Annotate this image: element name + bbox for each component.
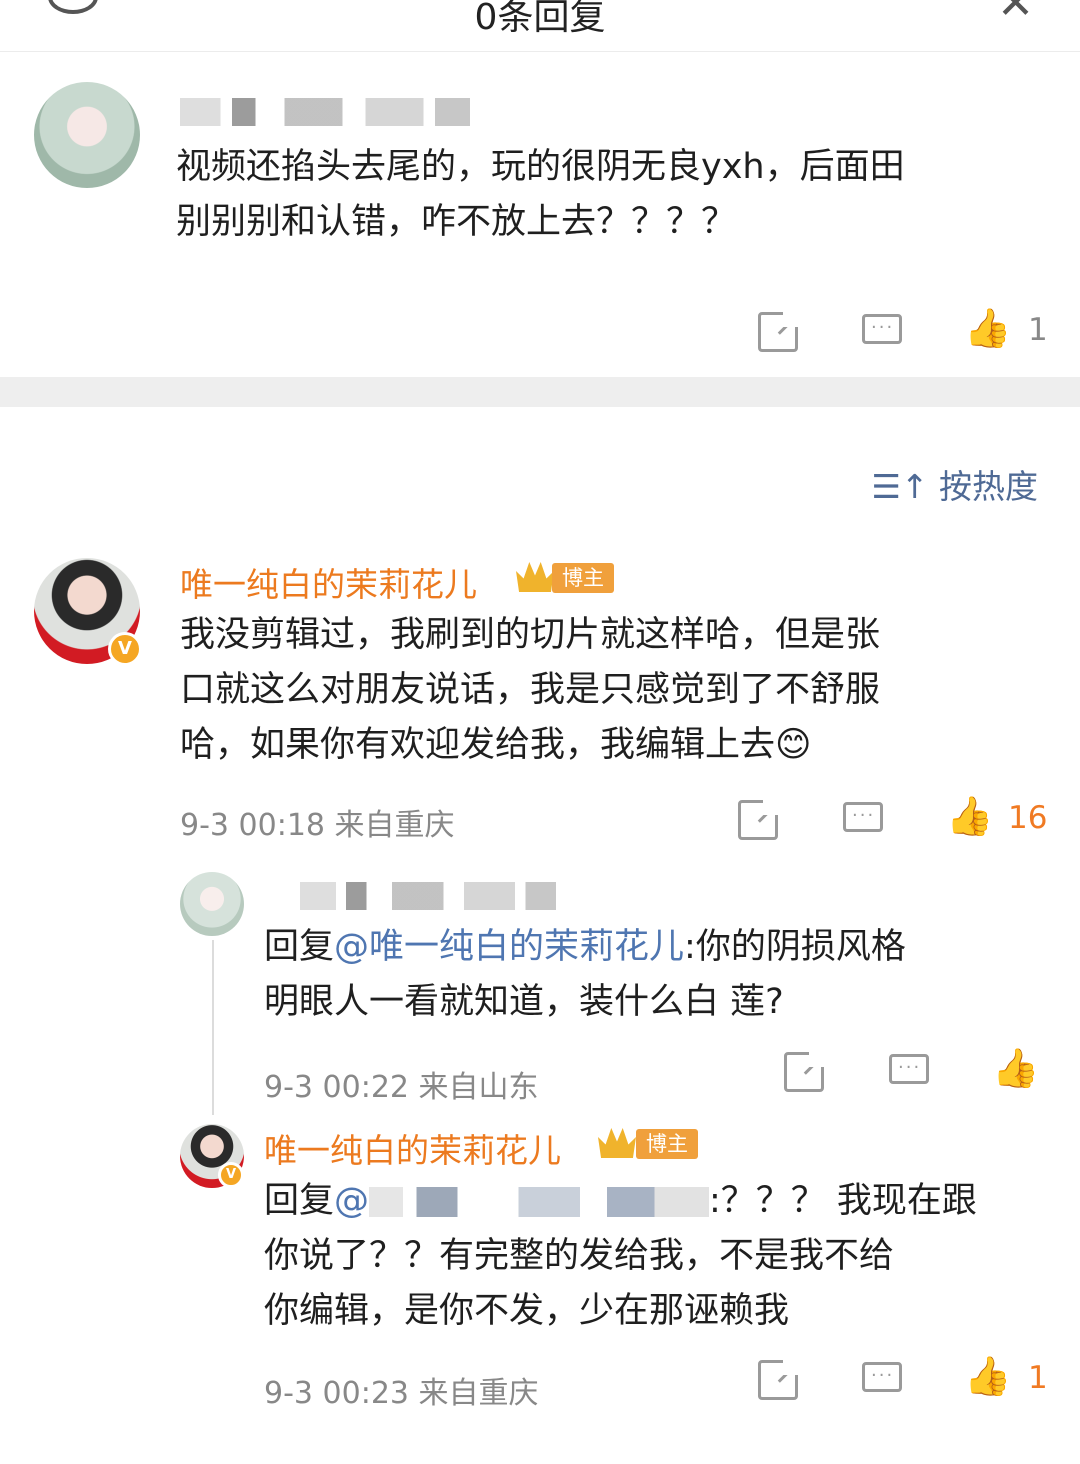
reply-text: 明眼人一看就知道，装什么白 莲? bbox=[264, 982, 784, 1022]
crown-icon bbox=[516, 562, 554, 592]
blurred-mention bbox=[369, 1187, 710, 1217]
section-divider bbox=[0, 377, 1080, 407]
comment-time: 9-3 00:22 来自山东 bbox=[264, 1070, 539, 1105]
comment-icon[interactable]: ··· bbox=[889, 1054, 929, 1084]
mention-link[interactable]: @ bbox=[334, 1181, 369, 1221]
like-count: 1 bbox=[1028, 312, 1048, 348]
reply-text: 你说了？？有完整的发给我，不是我不给 bbox=[264, 1236, 895, 1276]
reply-text: 你编辑，是你不发，少在那诬赖我 bbox=[264, 1291, 790, 1331]
comment-text: 口就这么对朋友说话，我是只感觉到了不舒服 bbox=[180, 670, 881, 710]
like-icon[interactable]: 👍 bbox=[946, 796, 993, 836]
comment-text: 别别别和认错，咋不放上去？？？？ bbox=[176, 202, 737, 242]
like-icon[interactable]: 👍 bbox=[964, 308, 1011, 348]
author-name[interactable]: 唯一纯白的茉莉花儿 bbox=[180, 558, 477, 606]
avatar[interactable] bbox=[180, 872, 244, 936]
blurred-username bbox=[300, 882, 556, 910]
comment-text: 哈，如果你有欢迎发给我，我编辑上去😊 bbox=[180, 725, 812, 765]
mention-link[interactable]: @唯一纯白的茉莉花儿 bbox=[334, 927, 684, 967]
comment-time: 9-3 00:23 来自重庆 bbox=[264, 1376, 539, 1411]
comment-icon[interactable]: ··· bbox=[862, 1362, 902, 1392]
verified-icon: V bbox=[108, 632, 142, 666]
comment-icon[interactable]: ··· bbox=[862, 314, 902, 344]
share-icon[interactable] bbox=[784, 1049, 827, 1092]
comment-icon[interactable]: ··· bbox=[843, 802, 883, 832]
comment-text: 视频还掐头去尾的，玩的很阴无良yxh，后面田 bbox=[176, 147, 905, 187]
like-count: 16 bbox=[1008, 800, 1048, 836]
sort-icon: ☰↑ bbox=[871, 467, 929, 506]
sort-button[interactable]: ☰↑ 按热度 bbox=[871, 460, 1038, 508]
close-icon[interactable]: ✕ bbox=[997, 0, 1034, 29]
share-icon[interactable] bbox=[758, 1357, 801, 1400]
top-bar: 0条回复 ✕ bbox=[0, 0, 1080, 52]
like-icon[interactable]: 👍 bbox=[964, 1356, 1011, 1396]
reply-text: 回复@:？？？ 我现在跟 bbox=[264, 1181, 977, 1221]
share-icon[interactable] bbox=[738, 797, 781, 840]
verified-icon: V bbox=[218, 1162, 244, 1188]
page-title: 0条回复 bbox=[474, 0, 606, 38]
owner-badge: 博主 bbox=[552, 563, 614, 593]
like-count: 1 bbox=[1028, 1360, 1048, 1396]
comment-text: 我没剪辑过，我刷到的切片就这样哈，但是张 bbox=[180, 615, 881, 655]
thread-line bbox=[212, 940, 214, 1115]
reply-text: 回复@唯一纯白的茉莉花儿:你的阴损风格 bbox=[264, 927, 906, 967]
like-icon[interactable]: 👍 bbox=[992, 1048, 1039, 1088]
crown-icon bbox=[598, 1128, 636, 1158]
blurred-username bbox=[180, 98, 470, 126]
share-icon[interactable] bbox=[758, 309, 801, 352]
avatar[interactable] bbox=[34, 82, 140, 188]
author-name[interactable]: 唯一纯白的茉莉花儿 bbox=[264, 1124, 561, 1172]
owner-badge: 博主 bbox=[636, 1129, 698, 1159]
comment-time: 9-3 00:18 来自重庆 bbox=[180, 808, 455, 843]
